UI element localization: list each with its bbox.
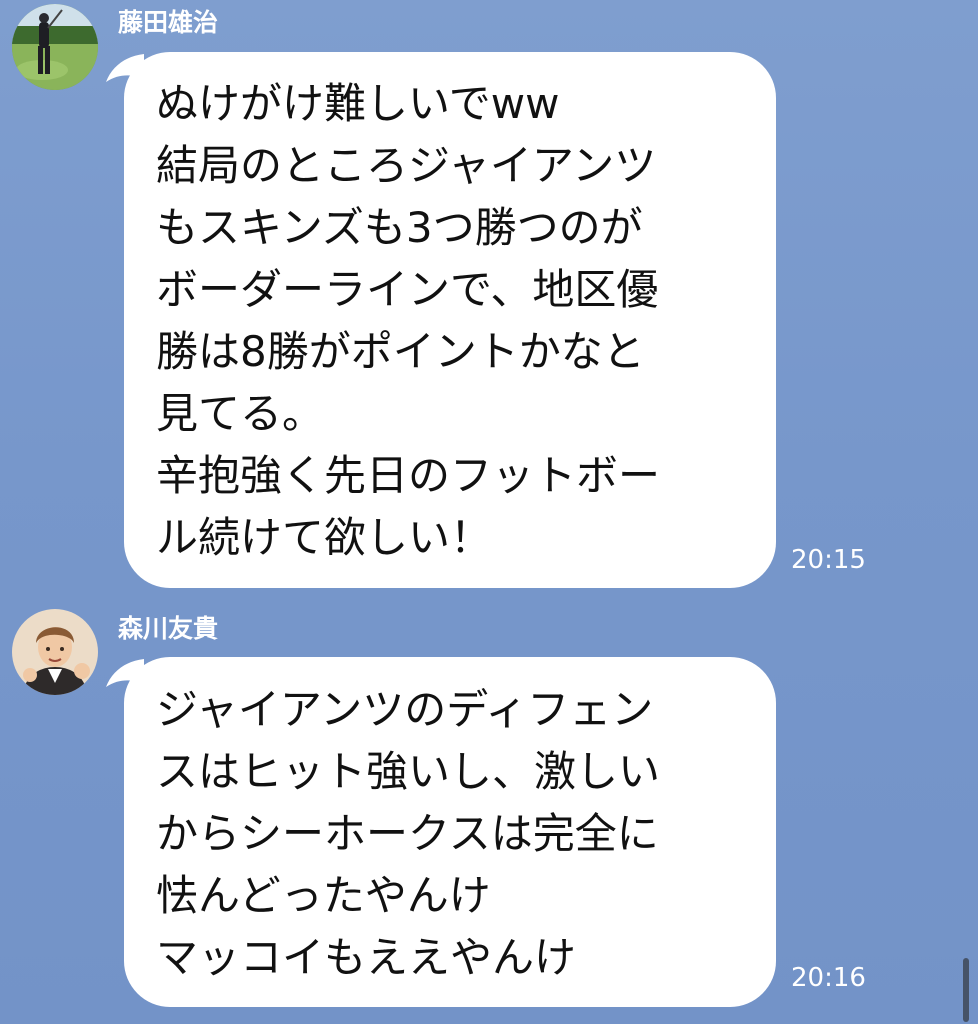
sender-name: 森川友貴: [118, 614, 219, 643]
avatar-morikawa[interactable]: [12, 609, 98, 695]
cartoon-man-avatar-icon: [12, 609, 98, 695]
golfer-photo-avatar-icon: [12, 4, 98, 90]
chat-view[interactable]: 藤田雄治 ぬけがけ難しいでww 結局のところジャイアンツ もスキンズも3つ勝つの…: [0, 0, 978, 1024]
scrollbar[interactable]: [963, 958, 969, 1022]
message-timestamp: 20:15: [791, 545, 866, 575]
avatar-fujita[interactable]: [12, 4, 98, 90]
message-text: ジャイアンツのディフェン スはヒット強いし、激しい からシーホークスは完全に 怯…: [156, 685, 661, 982]
message-text: ぬけがけ難しいでww 結局のところジャイアンツ もスキンズも3つ勝つのが ボーダ…: [156, 79, 661, 562]
sender-name: 藤田雄治: [118, 8, 219, 37]
message-timestamp: 20:16: [791, 963, 866, 993]
